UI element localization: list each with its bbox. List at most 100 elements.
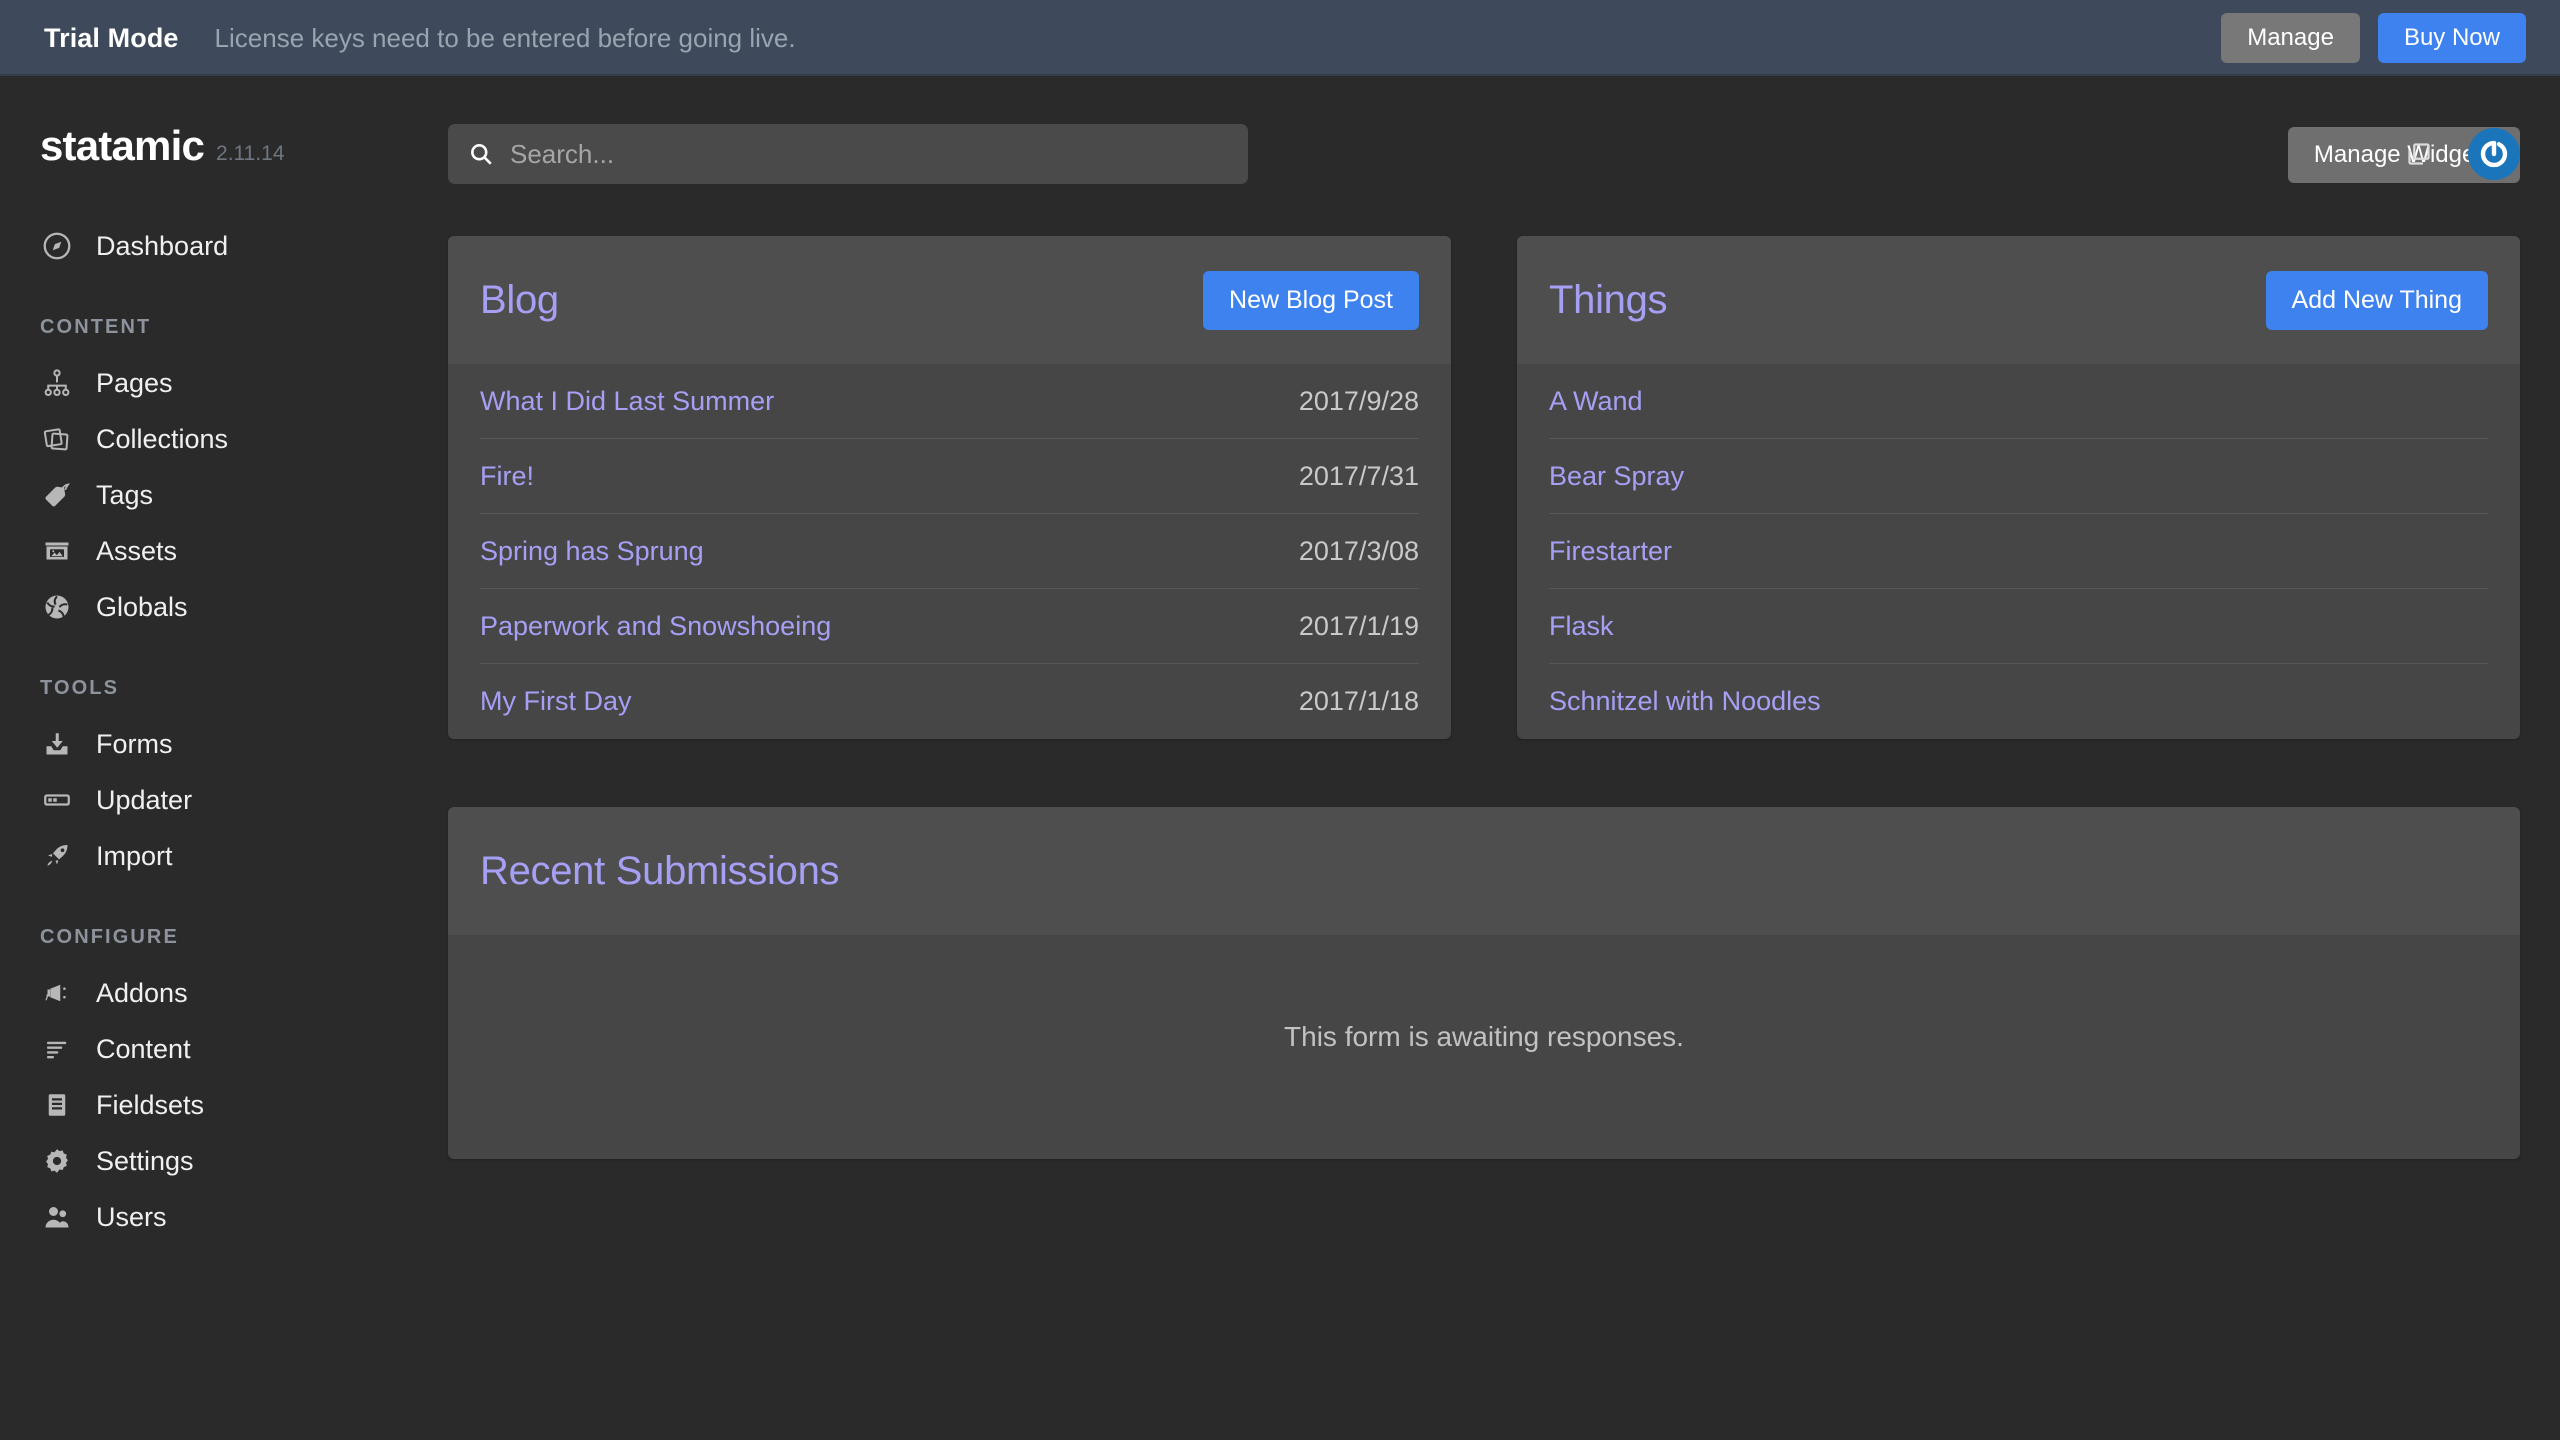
blog-entry-title[interactable]: Spring has Sprung xyxy=(480,536,704,567)
sidebar-item-dashboard[interactable]: Dashboard xyxy=(0,218,448,274)
sidebar-item-addons[interactable]: Addons xyxy=(0,965,448,1021)
tag-icon xyxy=(40,478,74,512)
buy-now-button[interactable]: Buy Now xyxy=(2377,13,2526,63)
progress-bar-icon xyxy=(40,783,74,817)
sidebar-item-label: Addons xyxy=(96,977,188,1008)
app-shell: statamic 2.11.14 Dashboard CONTENT Pages… xyxy=(0,76,2560,1440)
sidebar-item-label: Assets xyxy=(96,535,178,566)
sidebar-item-label: Settings xyxy=(96,1145,194,1176)
megaphone-icon xyxy=(40,976,74,1010)
search-bar[interactable] xyxy=(448,124,1248,184)
sidebar-item-label: Pages xyxy=(96,367,173,398)
sidebar-item-collections[interactable]: Collections xyxy=(0,411,448,467)
blog-entry-title[interactable]: My First Day xyxy=(480,686,632,717)
sidebar-item-label: Import xyxy=(96,840,173,871)
blog-entry-title[interactable]: What I Did Last Summer xyxy=(480,386,774,417)
blog-widget-list: What I Did Last Summer 2017/9/28 Fire! 2… xyxy=(448,364,1451,739)
brand-logo[interactable]: statamic 2.11.14 xyxy=(0,122,448,170)
recent-submissions-title: Recent Submissions xyxy=(480,848,840,893)
rocket-icon xyxy=(40,839,74,873)
sidebar-item-updater[interactable]: Updater xyxy=(0,772,448,828)
sidebar-item-label: Dashboard xyxy=(96,230,229,261)
list-item[interactable]: Firestarter xyxy=(1549,514,2488,589)
blog-entry-date: 2017/9/28 xyxy=(1298,385,1419,416)
sidebar-item-label: Users xyxy=(96,1201,167,1232)
list-item[interactable]: What I Did Last Summer 2017/9/28 xyxy=(480,364,1419,439)
sidebar-item-assets[interactable]: Assets xyxy=(0,523,448,579)
sidebar-item-label: Forms xyxy=(96,728,173,759)
recent-submissions-header: Recent Submissions xyxy=(448,807,2520,935)
recent-submissions-widget: Recent Submissions This form is awaiting… xyxy=(448,807,2520,1159)
widget-row-top: Blog New Blog Post What I Did Last Summe… xyxy=(448,236,2520,739)
list-item[interactable]: A Wand xyxy=(1549,364,2488,439)
list-item[interactable]: Spring has Sprung 2017/3/08 xyxy=(480,514,1419,589)
sidebar-item-label: Updater xyxy=(96,784,193,815)
sidebar-section-configure-label: CONFIGURE xyxy=(40,926,179,948)
inbox-download-icon xyxy=(40,727,74,761)
brand-name: statamic xyxy=(40,122,205,169)
sidebar-item-import[interactable]: Import xyxy=(0,828,448,884)
list-item[interactable]: Bear Spray xyxy=(1549,439,2488,514)
compass-icon xyxy=(40,229,74,263)
list-item[interactable]: Flask xyxy=(1549,589,2488,664)
image-folder-icon xyxy=(40,534,74,568)
new-blog-post-button[interactable]: New Blog Post xyxy=(1203,270,1419,330)
trial-mode-banner: Trial Mode License keys need to be enter… xyxy=(0,0,2560,76)
sidebar: statamic 2.11.14 Dashboard CONTENT Pages… xyxy=(0,76,448,1440)
avatar[interactable] xyxy=(2468,128,2520,180)
blog-entry-date: 2017/7/31 xyxy=(1298,460,1419,491)
blog-entry-date: 2017/3/08 xyxy=(1298,535,1419,566)
search-icon xyxy=(468,141,494,167)
sidebar-section-content-label: CONTENT xyxy=(40,316,152,338)
search-input[interactable] xyxy=(510,138,1228,170)
globe-icon xyxy=(40,590,74,624)
sidebar-item-tags[interactable]: Tags xyxy=(0,467,448,523)
sidebar-section-tools-label: TOOLS xyxy=(40,677,120,699)
things-widget-title: Things xyxy=(1549,277,1668,322)
sidebar-item-content[interactable]: Content xyxy=(0,1021,448,1077)
add-new-thing-button[interactable]: Add New Thing xyxy=(2265,270,2488,330)
blog-widget: Blog New Blog Post What I Did Last Summe… xyxy=(448,236,1451,739)
sitemap-icon xyxy=(40,366,74,400)
gear-icon xyxy=(40,1144,74,1178)
blog-entry-date: 2017/1/18 xyxy=(1298,686,1419,716)
list-item[interactable]: Paperwork and Snowshoeing 2017/1/19 xyxy=(480,589,1419,664)
blog-entry-date: 2017/1/19 xyxy=(1298,610,1419,641)
sidebar-item-users[interactable]: Users xyxy=(0,1189,448,1245)
trial-mode-actions: Manage Buy Now xyxy=(2221,13,2526,63)
blog-entry-title[interactable]: Fire! xyxy=(480,461,534,492)
sidebar-item-pages[interactable]: Pages xyxy=(0,355,448,411)
thing-entry-title[interactable]: Flask xyxy=(1549,611,1614,642)
sidebar-item-label: Tags xyxy=(96,479,154,510)
thing-entry-title[interactable]: Bear Spray xyxy=(1549,461,1684,492)
list-item[interactable]: Schnitzel with Noodles xyxy=(1549,664,2488,739)
blog-entry-title[interactable]: Paperwork and Snowshoeing xyxy=(480,611,831,642)
sidebar-item-fieldsets[interactable]: Fieldsets xyxy=(0,1077,448,1133)
sidebar-item-forms[interactable]: Forms xyxy=(0,716,448,772)
blog-widget-header: Blog New Blog Post xyxy=(448,236,1451,364)
sidebar-item-settings[interactable]: Settings xyxy=(0,1133,448,1189)
sidebar-item-label: Globals xyxy=(96,591,188,622)
trial-mode-message: License keys need to be entered before g… xyxy=(214,22,796,53)
sidebar-item-label: Content xyxy=(96,1033,191,1064)
header-actions xyxy=(2404,124,2520,184)
recent-submissions-empty-message: This form is awaiting responses. xyxy=(1284,1021,1684,1052)
users-icon xyxy=(40,1200,74,1234)
thing-entry-title[interactable]: Firestarter xyxy=(1549,536,1672,567)
trial-mode-title: Trial Mode xyxy=(44,22,179,53)
things-widget-list: A Wand Bear Spray Firestarter Flask Schn xyxy=(1517,364,2520,739)
list-lines-icon xyxy=(40,1032,74,1066)
main-content: Dashboard Manage Widgets Blog New Blog P… xyxy=(448,76,2560,1440)
thing-entry-title[interactable]: Schnitzel with Noodles xyxy=(1549,686,1821,717)
list-item[interactable]: My First Day 2017/1/18 xyxy=(480,664,1419,739)
sidebar-item-globals[interactable]: Globals xyxy=(0,579,448,635)
statamic-avatar-icon xyxy=(2473,133,2515,175)
copy-windows-icon[interactable] xyxy=(2404,139,2434,169)
thing-entry-title[interactable]: A Wand xyxy=(1549,386,1643,417)
brand-version: 2.11.14 xyxy=(216,142,285,165)
manage-license-button[interactable]: Manage xyxy=(2221,13,2360,63)
list-item[interactable]: Fire! 2017/7/31 xyxy=(480,439,1419,514)
document-list-icon xyxy=(40,1088,74,1122)
stack-icon xyxy=(40,422,74,456)
things-widget: Things Add New Thing A Wand Bear Spray F… xyxy=(1517,236,2520,739)
